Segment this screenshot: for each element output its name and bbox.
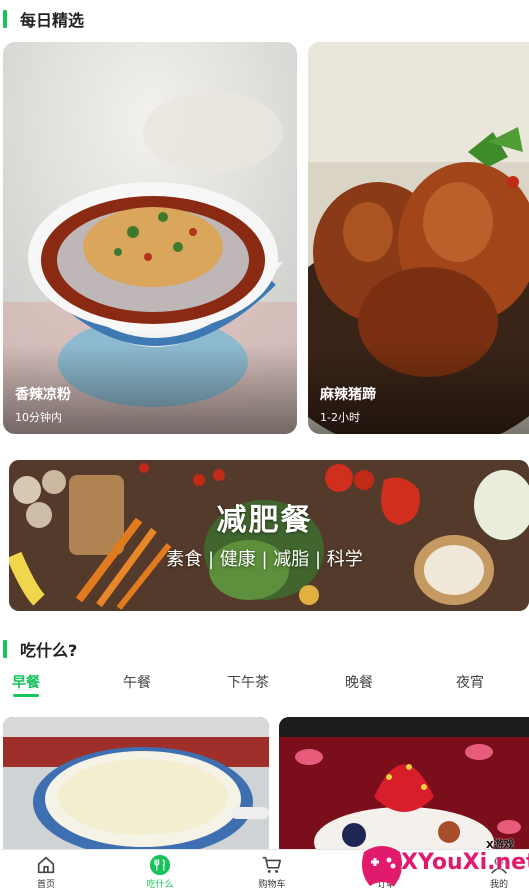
nav-what-to-eat[interactable]: 吃什么 (120, 850, 200, 890)
site-watermark: XYouXi.net X游戏 (358, 836, 529, 891)
gamepad-logo-icon (362, 846, 402, 886)
section-accent-bar (3, 640, 7, 658)
section-accent-bar (3, 10, 7, 28)
recipe-time: 1-2小时 (320, 411, 360, 424)
nav-home[interactable]: 首页 (6, 850, 86, 890)
recipe-time: 10分钟内 (15, 411, 62, 424)
what-to-eat-title: 吃什么? (20, 641, 78, 660)
tab-afternoon-tea[interactable]: 下午茶 (227, 672, 269, 692)
tab-late-snack[interactable]: 夜宵 (456, 672, 484, 692)
fork-knife-icon (149, 854, 171, 876)
nav-label: 首页 (36, 880, 55, 890)
tab-breakfast[interactable]: 早餐 (12, 672, 40, 692)
banner-title: 减肥餐 (216, 503, 313, 538)
cart-icon (262, 856, 282, 873)
watermark-tag: X游戏 (486, 840, 514, 851)
what-to-eat-header: 吃什么? (0, 637, 77, 661)
daily-section-header: 每日精选 (0, 7, 84, 31)
tab-dinner[interactable]: 晚餐 (345, 672, 373, 692)
tab-lunch[interactable]: 午餐 (123, 672, 151, 692)
watermark-brand: XYouXi.net (401, 850, 529, 875)
meal-photo-soy-milk (3, 717, 269, 857)
recipe-title: 麻辣猪蹄 (320, 387, 376, 403)
recipe-card-zhuti[interactable]: 麻辣猪蹄 1-2小时 (308, 42, 529, 434)
active-tab-indicator (13, 694, 39, 697)
recipe-title: 香辣凉粉 (15, 387, 71, 403)
meal-tabs: 早餐 午餐 下午茶 晚餐 夜宵 (0, 672, 529, 702)
nav-cart[interactable]: 购物车 (232, 850, 312, 890)
banner-subtitle: 素食 | 健康 | 减脂 | 科学 (166, 549, 363, 570)
meal-card-breakfast-1[interactable] (3, 717, 269, 857)
home-icon (37, 856, 55, 874)
recipe-card-liangfen[interactable]: 香辣凉粉 10分钟内 (3, 42, 297, 434)
daily-section-title: 每日精选 (20, 11, 85, 30)
nav-label: 吃什么 (146, 880, 174, 890)
nav-label: 购物车 (258, 880, 286, 890)
